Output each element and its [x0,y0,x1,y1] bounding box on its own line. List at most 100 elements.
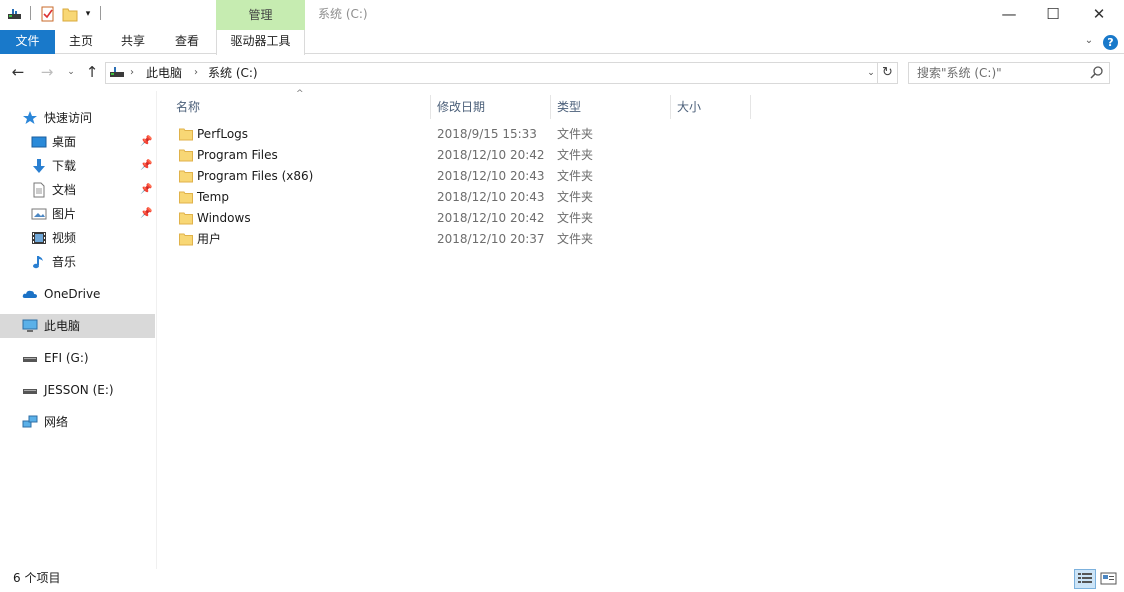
nav-network[interactable]: 网络 [0,410,155,434]
properties-icon[interactable] [6,5,24,23]
download-icon [31,158,47,174]
nav-label: 视频 [52,231,77,245]
pin-icon[interactable]: 📌 [140,154,152,178]
tab-view[interactable]: 查看 [164,30,210,54]
window-title: 系统 (C:) [318,7,368,21]
column-header-date[interactable]: 修改日期 [421,95,541,119]
nav-item-music[interactable]: 音乐 [0,250,155,274]
nav-label: 桌面 [52,135,77,149]
pin-icon[interactable]: 📌 [140,178,152,202]
file-row[interactable]: Windows 2018/12/10 20:42 文件夹 [176,208,616,229]
column-divider[interactable] [750,95,751,119]
desktop-icon [31,134,47,150]
search-icon[interactable] [1089,65,1105,81]
nav-label: EFI (G:) [44,351,89,365]
new-folder-icon[interactable] [62,5,78,23]
star-icon [22,110,38,126]
minimize-button[interactable]: — [986,0,1032,30]
forward-button[interactable]: → [37,63,57,81]
file-name: Program Files [197,148,278,162]
tab-drive-tools[interactable]: 驱动器工具 [216,30,305,55]
nav-drive-jesson[interactable]: JESSON (E:) [0,378,155,402]
folder-icon [179,190,193,204]
breadcrumb-drive-c[interactable]: 系统 (C:) [208,63,258,83]
maximize-button[interactable]: ☐ [1030,0,1076,30]
file-type: 文件夹 [557,169,594,183]
file-row[interactable]: 用户 2018/12/10 20:37 文件夹 [176,229,616,250]
nav-label: 此电脑 [44,319,81,333]
computer-icon [22,318,38,334]
column-header-size[interactable]: 大小 [661,95,741,119]
tab-file[interactable]: 文件 [0,30,55,54]
file-list: ^ 名称 修改日期 类型 大小 PerfLogs 2018/9/15 15:33… [160,89,1124,569]
nav-drive-efi[interactable]: EFI (G:) [0,346,155,370]
pin-icon[interactable]: 📌 [140,202,152,226]
nav-quick-access[interactable]: 快速访问 [0,106,155,130]
up-button[interactable]: ↑ [82,63,102,81]
expand-ribbon-icon[interactable]: ⌄ [1082,34,1096,48]
nav-label: 音乐 [52,255,77,269]
breadcrumb-separator[interactable]: › [194,63,198,83]
file-row[interactable]: PerfLogs 2018/9/15 15:33 文件夹 [176,124,616,145]
nav-item-documents[interactable]: 文档 📌 [0,178,155,202]
address-dropdown-icon[interactable]: ⌄ [864,63,878,83]
nav-item-downloads[interactable]: 下载 📌 [0,154,155,178]
breadcrumb-separator[interactable]: › [130,63,134,83]
file-row[interactable]: Temp 2018/12/10 20:43 文件夹 [176,187,616,208]
file-name: Temp [197,190,229,204]
nav-onedrive[interactable]: OneDrive [0,282,155,306]
close-button[interactable]: ✕ [1076,0,1122,30]
nav-label: 快速访问 [44,111,93,125]
nav-item-desktop[interactable]: 桌面 📌 [0,130,155,154]
nav-this-pc[interactable]: 此电脑 [0,314,155,338]
folder-icon [179,211,193,225]
checklist-icon[interactable] [40,5,56,23]
ribbon-tab-bar: 文件 主页 共享 查看 驱动器工具 ⌄ ? [0,30,1124,55]
file-name: Windows [197,211,251,225]
nav-label: 图片 [52,207,77,221]
nav-item-pictures[interactable]: 图片 📌 [0,202,155,226]
status-bar: 6 个项目 [0,569,1124,592]
file-modified: 2018/12/10 20:42 [437,211,545,225]
folder-icon [179,148,193,162]
music-icon [31,254,47,270]
search-input[interactable] [909,63,1087,83]
tab-share[interactable]: 共享 [110,30,156,54]
pictures-icon [31,206,47,222]
drive-icon [22,350,38,366]
contextual-tab-group-manage: 管理 [216,0,305,30]
back-button[interactable]: ← [8,63,28,81]
file-modified: 2018/12/10 20:43 [437,169,545,183]
file-name: PerfLogs [197,127,249,141]
customize-toolbar-icon[interactable]: ▾ [82,5,94,23]
file-type: 文件夹 [557,127,594,141]
file-name: 用户 [197,232,222,246]
recent-locations-button[interactable]: ⌄ [64,63,78,81]
large-icons-view-button[interactable] [1098,569,1120,589]
tab-home[interactable]: 主页 [58,30,104,54]
title-bar: ▾ 管理 系统 (C:) — ☐ ✕ [0,0,1124,30]
column-header-name[interactable]: 名称 [160,95,430,119]
folder-icon [179,232,193,246]
file-modified: 2018/12/10 20:43 [437,190,545,204]
address-bar[interactable]: › 此电脑 › 系统 (C:) ⌄ [105,62,878,84]
details-view-button[interactable] [1074,569,1096,589]
breadcrumb-this-pc[interactable]: 此电脑 [146,63,182,83]
network-icon [22,414,38,430]
help-icon[interactable]: ? [1103,35,1118,50]
toolbar-separator [100,6,101,20]
column-header-type[interactable]: 类型 [541,95,661,119]
refresh-button[interactable]: ↻ [878,62,898,84]
file-type: 文件夹 [557,148,594,162]
file-modified: 2018/12/10 20:37 [437,232,545,246]
pin-icon[interactable]: 📌 [140,130,152,154]
nav-item-videos[interactable]: 视频 [0,226,155,250]
folder-icon [179,169,193,183]
nav-label: 网络 [44,415,69,429]
item-count: 6 个项目 [13,571,61,585]
nav-label: OneDrive [44,287,101,301]
file-row[interactable]: Program Files (x86) 2018/12/10 20:43 文件夹 [176,166,616,187]
file-row[interactable]: Program Files 2018/12/10 20:42 文件夹 [176,145,616,166]
search-box[interactable] [908,62,1110,84]
navigation-pane-divider[interactable] [156,91,157,569]
